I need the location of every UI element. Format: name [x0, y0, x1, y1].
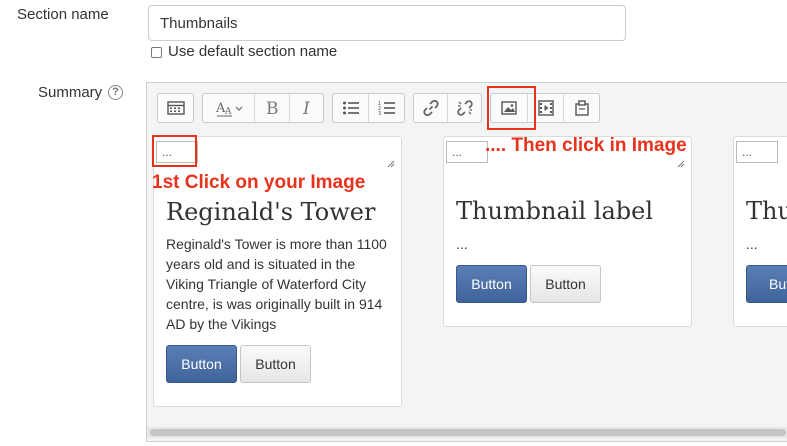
toolbar-group-lists: 123 [332, 93, 405, 123]
link-icon[interactable] [414, 94, 448, 122]
resize-handle-icon[interactable] [387, 160, 395, 168]
help-icon[interactable]: ? [108, 85, 123, 100]
toolbar-group-format: AA B I [202, 93, 324, 123]
toolbar-group-links [413, 93, 482, 123]
toolbar-toggle-icon[interactable] [158, 94, 193, 122]
annotation-first-click: 1st Click on your Image [152, 172, 366, 193]
svg-text:B: B [266, 99, 279, 117]
primary-button[interactable]: Button [456, 265, 527, 303]
svg-text:3: 3 [378, 111, 381, 116]
bold-icon[interactable]: B [255, 94, 290, 122]
default-button[interactable]: Button [240, 345, 311, 383]
annotation-box-image [152, 135, 197, 167]
thumbnail-title: Reginald's Tower [166, 198, 376, 226]
annotation-then-click: .... Then click in Image [485, 135, 687, 156]
thumbnail-text: ... [746, 236, 758, 252]
section-name-label: Section name [17, 6, 109, 23]
scrollbar-thumb[interactable] [150, 429, 786, 436]
unordered-list-icon[interactable] [333, 94, 369, 122]
use-default-label: Use default section name [168, 43, 338, 60]
thumbnail-image-3[interactable]: ... [736, 141, 778, 163]
thumbnail-text: Reginald's Tower is more than 1100 years… [166, 236, 387, 332]
primary-button[interactable]: Button [166, 345, 237, 383]
default-button[interactable]: Button [530, 265, 601, 303]
italic-icon[interactable]: I [290, 94, 323, 122]
ordered-list-icon[interactable]: 123 [369, 94, 404, 122]
thumbnail-text: ... [456, 236, 468, 252]
manage-files-icon[interactable] [564, 94, 599, 122]
unlink-icon[interactable] [448, 94, 481, 122]
annotation-box-image-button [487, 86, 536, 130]
summary-label: Summary [38, 84, 103, 101]
section-name-input[interactable] [148, 5, 626, 41]
use-default-checkbox[interactable] [151, 47, 162, 58]
toolbar-group-toggle [157, 93, 194, 123]
thumbnail-title: Thu [746, 197, 787, 225]
resize-handle-icon[interactable] [677, 160, 685, 168]
font-style-icon[interactable]: AA [203, 94, 255, 122]
thumbnail-image-2[interactable]: ... [446, 141, 488, 163]
primary-button[interactable]: Butt [746, 265, 787, 303]
svg-text:I: I [302, 99, 310, 117]
thumbnail-title: Thumbnail label [456, 197, 654, 225]
